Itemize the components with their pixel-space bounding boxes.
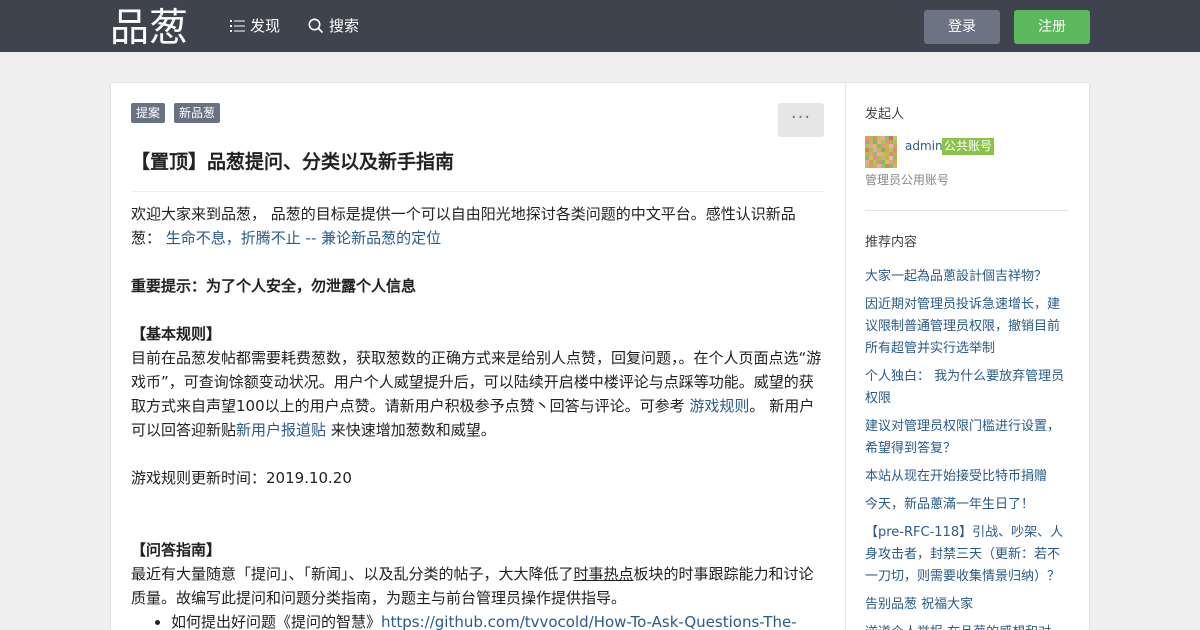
- warning-text: 重要提示：为了个人安全，勿泄露个人信息: [131, 277, 417, 295]
- title-divider: [131, 191, 825, 192]
- list-item: 建议对管理员权限门槛进行设置，希望得到答复？: [865, 416, 1069, 460]
- author-description: 管理员公用账号: [865, 173, 950, 187]
- register-button[interactable]: 注册: [1014, 10, 1090, 44]
- current-events-link[interactable]: 时事热点: [574, 565, 634, 583]
- nav-search-link[interactable]: 搜索: [308, 16, 359, 36]
- svg-text:品葱: 品葱: [110, 6, 188, 48]
- login-button[interactable]: 登录: [924, 10, 1000, 44]
- recommended-link[interactable]: 告别品葱 祝福大家: [865, 594, 1069, 616]
- post-title: 【置顶】品葱提问、分类以及新手指南: [131, 151, 455, 173]
- list-item: 逆道个人举报 在品葱的感想和对: [865, 622, 1069, 630]
- list-item: 因近期对管理员投诉急速增长，建议限制普通管理员权限，撤销目前所有超管并实行选举制: [865, 294, 1069, 360]
- recommended-list: 大家一起為品蔥設計個吉祥物？ 因近期对管理员投诉急速增长，建议限制普通管理员权限…: [865, 266, 1069, 630]
- list-item: 如何提出好问题《提问的智慧》https://github.com/tvvocol…: [171, 610, 825, 630]
- nav-search-label: 搜索: [329, 17, 360, 35]
- list-item: 个人独白： 我为什么要放弃管理员权限: [865, 366, 1069, 410]
- recommended-link[interactable]: 个人独白： 我为什么要放弃管理员权限: [865, 366, 1069, 410]
- post-tags: 提案 新品葱: [131, 103, 229, 123]
- list-item: 告别品葱 祝福大家: [865, 594, 1069, 616]
- nav-discover-label: 发现: [250, 17, 281, 35]
- smart-questions-link[interactable]: https://github.com/tvvocold/How-To-Ask-Q…: [381, 613, 797, 630]
- newcomer-post-link[interactable]: 新用户报道贴: [236, 421, 326, 439]
- recommended-link[interactable]: 【pre-RFC-118】引战、吵架、人身攻击者，封禁三天（更新：若不一刀切，则…: [865, 522, 1069, 588]
- recommended-link[interactable]: 逆道个人举报 在品葱的感想和对: [865, 622, 1069, 630]
- list-item: 今天，新品蔥滿一年生日了！: [865, 494, 1069, 516]
- public-account-badge: 公共账号: [942, 138, 995, 155]
- list-item: 【pre-RFC-118】引战、吵架、人身攻击者，封禁三天（更新：若不一刀切，则…: [865, 522, 1069, 588]
- qa-paragraph: 最近有大量随意「提问」、「新闻」、以及乱分类的帖子，大大降低了时事热点板块的时事…: [131, 565, 814, 607]
- recommended-link[interactable]: 因近期对管理员投诉急速增长，建议限制普通管理员权限，撤销目前所有超管并实行选举制: [865, 294, 1069, 360]
- admin-avatar-icon[interactable]: [865, 136, 897, 168]
- qa-heading: 【问答指南】: [131, 541, 222, 559]
- post-card: 提案 新品葱 ··· 【置顶】品葱提问、分类以及新手指南 欢迎大家来到品葱， 品…: [110, 82, 1090, 630]
- author-name-link[interactable]: admin: [905, 139, 943, 153]
- search-icon: [308, 18, 324, 34]
- list-icon: [230, 20, 245, 32]
- sidebar-divider-line: [865, 210, 1068, 211]
- recommended-link[interactable]: 建议对管理员权限门槛进行设置，希望得到答复？: [865, 416, 1069, 460]
- recommended-link[interactable]: 本站从现在开始接受比特币捐赠: [865, 466, 1069, 488]
- intro-paragraph: 欢迎大家来到品葱， 品葱的目标是提供一个可以自由阳光地探讨各类问题的中文平台。感…: [131, 205, 796, 247]
- initiator-heading: 发起人: [865, 107, 905, 122]
- more-options-button[interactable]: ···: [778, 103, 824, 137]
- site-logo[interactable]: 品葱: [110, 4, 190, 51]
- list-item: 本站从现在开始接受比特币捐赠: [865, 466, 1069, 488]
- list-item: 大家一起為品蔥設計個吉祥物？: [865, 266, 1069, 288]
- top-navbar: 品葱 发现 搜索 登录 注册: [0, 0, 1200, 52]
- recommended-link[interactable]: 大家一起為品蔥設計個吉祥物？: [865, 266, 1069, 288]
- game-rules-link[interactable]: 游戏规则: [689, 397, 749, 415]
- recommended-link[interactable]: 今天，新品蔥滿一年生日了！: [865, 494, 1069, 516]
- recommend-heading: 推荐内容: [865, 235, 918, 250]
- tag-proposal[interactable]: 提案: [131, 103, 166, 123]
- post-body: 欢迎大家来到品葱， 品葱的目标是提供一个可以自由阳光地探讨各类问题的中文平台。感…: [131, 202, 825, 630]
- rules-paragraph: 目前在品葱发帖都需要耗费葱数，获取葱数的正确方式来是给别人点赞，回复问题，。在个…: [131, 349, 822, 439]
- rules-heading: 【基本规则】: [131, 325, 222, 343]
- rules-update-time: 游戏规则更新时间：2019.10.20: [131, 469, 352, 487]
- tag-new-pincong[interactable]: 新品葱: [174, 103, 221, 123]
- pincong-logo-icon: 品葱: [110, 6, 188, 51]
- sidebar-divider: [845, 83, 846, 630]
- nav-discover-link[interactable]: 发现: [230, 16, 280, 36]
- qa-list: 如何提出好问题《提问的智慧》https://github.com/tvvocol…: [171, 610, 825, 630]
- positioning-link[interactable]: 生命不息，折腾不止 -- 兼论新品葱的定位: [166, 229, 441, 247]
